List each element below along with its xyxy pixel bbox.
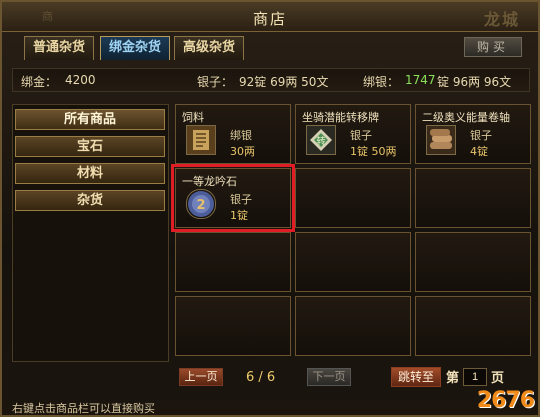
currency-bar: 绑金： 4200 银子： 92锭 69两 50文 绑银： 1747 锭 96两 …	[12, 68, 530, 92]
window-title: 商店	[252, 10, 287, 28]
page-indicator: 6 / 6	[246, 370, 276, 385]
empty-slot[interactable]	[295, 232, 411, 292]
bind-silver-amount: 1747	[405, 73, 436, 87]
item-currency: 绑银	[230, 129, 252, 142]
jump-prefix: 第	[446, 371, 460, 386]
feed-icon	[186, 125, 216, 155]
site-watermark: 2676	[476, 388, 535, 413]
tab-advanced-goods[interactable]: 高级杂货	[174, 36, 245, 60]
svg-text:转: 转	[316, 135, 325, 147]
prev-page-button[interactable]: 上一页	[179, 368, 223, 386]
item-name: 饲料	[182, 111, 204, 124]
category-gems[interactable]: 宝石	[15, 136, 165, 157]
bind-silver-label: 绑银：	[363, 75, 400, 89]
bind-silver-rest: 锭 96两 96文	[437, 75, 512, 89]
empty-slot[interactable]	[175, 296, 291, 356]
empty-slot[interactable]	[415, 168, 531, 228]
tab-bind-gold-goods[interactable]: 绑金杂货	[100, 36, 171, 60]
jump-page-input[interactable]	[463, 368, 487, 386]
jump-to-button[interactable]: 跳转至	[391, 367, 441, 387]
empty-slot[interactable]	[295, 168, 411, 228]
bind-gold-label: 绑金：	[21, 75, 58, 89]
tab-normal-goods[interactable]: 普通杂货	[24, 36, 95, 60]
item-currency: 银子	[230, 193, 252, 206]
item-name: 坐骑潜能转移牌	[302, 111, 379, 124]
empty-slot[interactable]	[415, 296, 531, 356]
title-bar: 商 商店 龙城	[2, 2, 538, 32]
item-currency: 银子	[470, 129, 492, 142]
bind-gold-value: 4200	[65, 73, 96, 87]
item-price: 1锭	[230, 209, 248, 222]
category-all-goods[interactable]: 所有商品	[15, 109, 165, 130]
item-name: 一等龙吟石	[182, 175, 237, 188]
item-slot[interactable]: 饲料 绑银 30两	[175, 104, 291, 164]
item-price: 30两	[230, 145, 255, 158]
empty-slot[interactable]	[295, 296, 411, 356]
mount-token-icon: 转	[306, 125, 336, 155]
buy-button[interactable]: 购买	[464, 37, 522, 57]
category-misc[interactable]: 杂货	[15, 190, 165, 211]
item-slot[interactable]: 坐骑潜能转移牌 转 银子 1锭 50两	[295, 104, 411, 164]
item-price: 4锭	[470, 145, 488, 158]
empty-slot[interactable]	[415, 232, 531, 292]
svg-text:2: 2	[196, 198, 205, 213]
pagination-bar: 上一页 6 / 6 下一页 跳转至 第 页	[175, 366, 533, 390]
next-page-button[interactable]: 下一页	[307, 368, 351, 386]
item-currency: 银子	[350, 129, 372, 142]
silver-label: 银子：	[197, 75, 234, 89]
footer-hint: 右键点击商品栏可以直接购买	[12, 402, 155, 415]
item-price: 1锭 50两	[350, 145, 397, 158]
item-slot[interactable]: 二级奥义能量卷轴 银子 4锭	[415, 104, 531, 164]
shop-window: 商 商店 龙城 普通杂货 绑金杂货 高级杂货 购买 绑金： 4200 银子： 9…	[0, 0, 540, 417]
empty-slot[interactable]	[175, 232, 291, 292]
item-name: 二级奥义能量卷轴	[422, 111, 510, 124]
background-text-right: 龙城	[483, 10, 520, 29]
item-slot-selected[interactable]: 一等龙吟石 2 银子 1锭	[171, 164, 295, 232]
dragon-stone-icon: 2	[186, 189, 216, 219]
item-grid: 饲料 绑银 30两 坐骑潜能转移牌 转 银子 1锭 50两 二级奥义能量卷轴 银…	[171, 104, 533, 362]
scroll-icon	[426, 125, 456, 155]
jump-suffix: 页	[491, 371, 505, 386]
category-materials[interactable]: 材料	[15, 163, 165, 184]
category-sidebar: 所有商品 宝石 材料 杂货	[12, 104, 169, 362]
silver-value: 92锭 69两 50文	[239, 75, 329, 89]
